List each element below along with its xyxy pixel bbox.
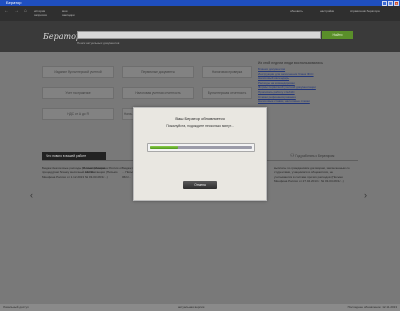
close-button[interactable]: × [394, 0, 399, 6]
tab-work-label: Год работать с Бератором [295, 154, 335, 158]
news-card[interactable]: (Письмо Минфина России от ... № 03-... [82, 166, 124, 175]
header: Бератор Найти Поиск актуальных документо… [0, 21, 400, 52]
dialog-message: Пожалуйста, подождите несколько минут... [166, 124, 234, 128]
tile-tax-check[interactable]: Налоговая проверка [202, 66, 252, 78]
refresh-button[interactable]: обновить [290, 9, 303, 14]
maximize-button[interactable]: □ [388, 0, 393, 6]
search-hint: Поиск актуальных документов [77, 41, 120, 45]
history-button[interactable]: история запросов [34, 9, 58, 17]
window-controls: _ □ × [382, 0, 399, 6]
cancel-button[interactable]: Отмена [183, 181, 217, 189]
tile-primary-docs[interactable]: Первичные документы [122, 66, 194, 78]
status-updated: Последнее обновление: 12.11.2013 [347, 305, 397, 309]
progress-track [150, 146, 252, 149]
reference-button[interactable]: справочник бератора [350, 9, 380, 14]
tile-practice[interactable]: Учет на практике [42, 87, 114, 99]
statusbar: Локальный доступ актуальная версия После… [0, 304, 400, 311]
tile-accounting[interactable]: Издание бухгалтерской учетной [42, 66, 114, 78]
carousel-next-icon[interactable]: › [364, 190, 367, 200]
news-card[interactable]: выплаты по гражданским договорам, заключ… [274, 166, 352, 183]
top-navigation: ← → ⌂ история запросов мои закладки обно… [0, 6, 400, 21]
people-icon: ⚇ [290, 153, 295, 159]
settings-button[interactable]: настройки [320, 9, 334, 14]
status-access: Локальный доступ [3, 305, 29, 309]
tile-accounting-reporting[interactable]: Бухгалтерская отчетность [202, 87, 252, 99]
back-button[interactable]: ← [4, 9, 9, 14]
popular-links: Из этой недели люди воспользовались Блан… [258, 61, 358, 104]
tile-tax-reporting[interactable]: Налоговая учетная отчетность [122, 87, 194, 99]
update-dialog: Ваш Бератор обновляется Пожалуйста, подо… [133, 107, 267, 201]
forward-button[interactable]: → [14, 9, 19, 14]
update-progress [147, 143, 255, 152]
dialog-title: Ваш Бератор обновляется [175, 116, 225, 121]
tile-vat[interactable]: НДС от А до Я [42, 108, 114, 120]
tab-whats-new[interactable]: Что нового в вашей работе [42, 152, 106, 160]
bookmarks-button[interactable]: мои закладки [62, 9, 80, 17]
popular-link[interactable]: Налоговые ставки, налоговые ставки [258, 99, 358, 104]
logo: Бератор [43, 32, 82, 41]
carousel-prev-icon[interactable]: ‹ [30, 190, 33, 200]
progress-fill [150, 146, 178, 149]
home-icon[interactable]: ⌂ [24, 9, 27, 14]
status-version: актуальная версия [178, 305, 205, 309]
search-input[interactable] [77, 31, 321, 39]
search-button[interactable]: Найти [322, 31, 353, 39]
window-title: Бератор [6, 0, 22, 5]
tab-work-with-berator[interactable]: ⚇ Год работать с Бератором [290, 153, 334, 159]
minimize-button[interactable]: _ [382, 0, 387, 6]
popular-heading: Из этой недели люди воспользовались [258, 61, 324, 65]
